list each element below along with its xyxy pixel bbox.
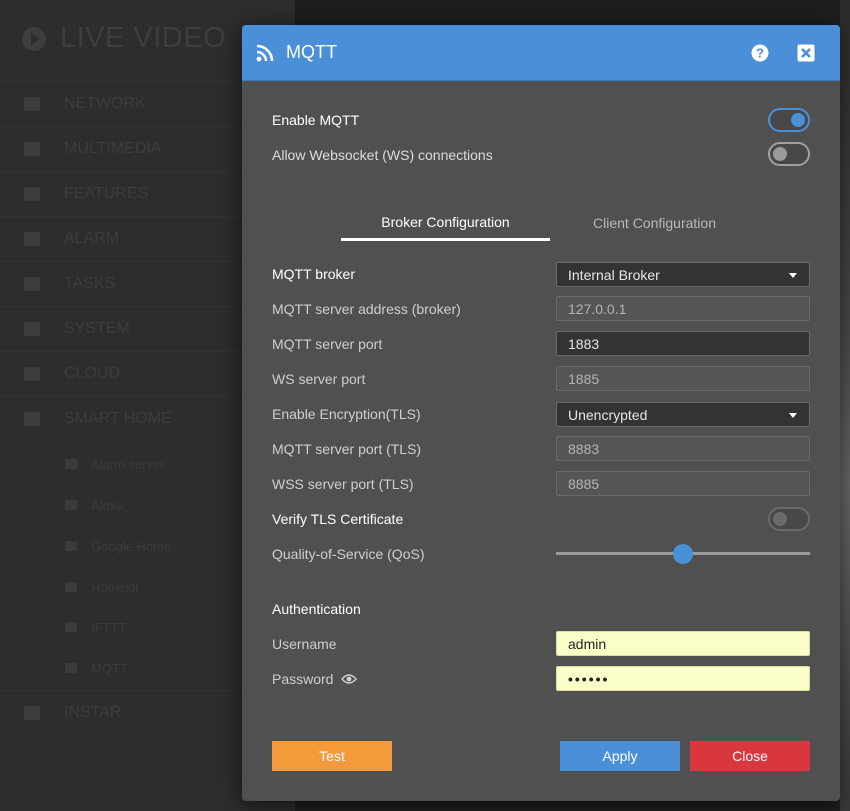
background-video-edge — [840, 0, 850, 811]
enable-mqtt-label: Enable MQTT — [272, 112, 360, 128]
toggle-knob — [773, 147, 787, 161]
mqtt-broker-value: Internal Broker — [568, 266, 660, 283]
close-icon[interactable] — [797, 44, 815, 62]
menu-label: ALARM — [64, 230, 120, 247]
menu-label: TASKS — [64, 275, 116, 292]
ws-port-input[interactable]: 1885 — [556, 366, 810, 391]
server-address-label: MQTT server address (broker) — [272, 301, 461, 317]
server-port-input[interactable]: 1883 — [556, 331, 810, 356]
password-label-row: Password — [272, 666, 358, 692]
verify-tls-label: Verify TLS Certificate — [272, 511, 404, 527]
cloud-icon — [24, 367, 40, 381]
image-icon — [24, 142, 40, 156]
password-input[interactable]: •••••• — [556, 666, 810, 691]
test-button[interactable]: Test — [272, 741, 392, 771]
username-label: Username — [272, 636, 337, 652]
modal-title: MQTT — [286, 42, 337, 62]
ifttt-icon — [65, 622, 77, 632]
features-icon — [24, 187, 40, 201]
submenu-label: MQTT — [91, 660, 128, 676]
google-icon — [65, 541, 77, 551]
ws-port-label: WS server port — [272, 371, 366, 387]
server-port-label: MQTT server port — [272, 336, 383, 352]
password-label: Password — [272, 671, 334, 687]
wss-port-label: WSS server port (TLS) — [272, 476, 414, 492]
mqtt-broker-label: MQTT broker — [272, 266, 355, 282]
server-address-input[interactable]: 127.0.0.1 — [556, 296, 810, 321]
mqtt-broker-select[interactable]: Internal Broker — [556, 262, 810, 287]
toggle-knob — [791, 113, 805, 127]
allow-ws-label: Allow Websocket (WS) connections — [272, 147, 493, 163]
chevron-down-icon — [789, 413, 797, 418]
verify-tls-toggle[interactable] — [768, 507, 810, 531]
home-icon — [65, 582, 77, 592]
svg-text:?: ? — [756, 46, 764, 61]
bell-icon — [24, 232, 40, 246]
qos-label: Quality-of-Service (QoS) — [272, 546, 425, 562]
menu-label: SYSTEM — [64, 320, 130, 337]
menu-label: FEATURES — [64, 185, 149, 202]
help-icon[interactable]: ? — [751, 44, 769, 62]
wss-port-input[interactable]: 8885 — [556, 471, 810, 496]
allow-ws-toggle[interactable] — [768, 142, 810, 166]
gear-icon — [24, 322, 40, 336]
qos-slider-handle[interactable] — [673, 544, 693, 564]
play-logo-icon — [22, 26, 46, 51]
tab-broker-configuration[interactable]: Broker Configuration — [341, 205, 550, 241]
tls-port-input[interactable]: 8883 — [556, 436, 810, 461]
username-input[interactable]: admin — [556, 631, 810, 656]
submenu-label: Homekit — [91, 579, 139, 595]
chevron-down-icon — [789, 273, 797, 278]
menu-label: MULTIMEDIA — [64, 140, 162, 157]
rss-icon — [65, 663, 77, 673]
submenu-label: Google Home — [91, 538, 172, 554]
network-icon — [24, 97, 40, 111]
app-title: LIVE VIDEO — [22, 22, 226, 55]
server-icon — [65, 459, 77, 469]
menu-label: NETWORK — [64, 95, 146, 112]
tab-client-configuration[interactable]: Client Configuration — [550, 205, 759, 241]
smart-home-icon — [24, 412, 40, 426]
password-mask: •••••• — [568, 670, 610, 687]
submenu-label: Alarm server — [91, 456, 165, 472]
apply-button[interactable]: Apply — [560, 741, 680, 771]
instar-icon — [24, 706, 40, 720]
enable-mqtt-toggle[interactable] — [768, 108, 810, 132]
chat-icon — [65, 500, 77, 510]
encryption-label: Enable Encryption(TLS) — [272, 406, 421, 422]
mqtt-modal: MQTT ? Enable MQTT Allow Websocket (WS) … — [242, 25, 840, 801]
tasks-icon — [24, 277, 40, 291]
rss-icon — [256, 44, 274, 61]
menu-label: CLOUD — [64, 365, 121, 382]
submenu-label: Alexa — [91, 497, 124, 513]
close-button[interactable]: Close — [690, 741, 810, 771]
eye-icon[interactable] — [341, 673, 358, 685]
tls-port-label: MQTT server port (TLS) — [272, 441, 422, 457]
submenu-label: IFTTT — [91, 619, 127, 635]
app-title-text: LIVE VIDEO — [60, 22, 227, 54]
encryption-select[interactable]: Unencrypted — [556, 402, 810, 427]
authentication-heading: Authentication — [272, 601, 361, 617]
toggle-knob — [773, 512, 787, 526]
menu-label: INSTAR — [64, 704, 122, 721]
menu-label: SMART HOME — [64, 410, 172, 427]
encryption-value: Unencrypted — [568, 406, 648, 423]
